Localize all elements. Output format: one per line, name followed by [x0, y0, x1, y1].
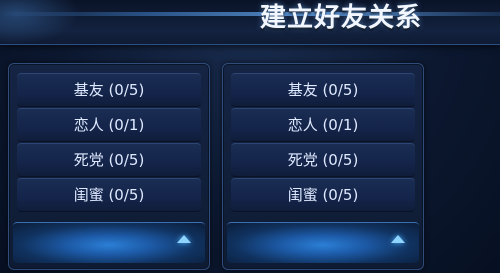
- relation-item-lover[interactable]: 恋人 (0/1): [17, 108, 201, 142]
- expand-button[interactable]: [13, 222, 205, 263]
- relation-item-girlfriend[interactable]: 闺蜜 (0/5): [231, 178, 415, 212]
- page-title: 建立好友关系: [259, 3, 422, 33]
- header-band: [0, 12, 500, 16]
- header-bar: 建立好友关系: [0, 0, 500, 45]
- relation-item-best-friend[interactable]: 死党 (0/5): [231, 143, 415, 177]
- relation-item-best-friend[interactable]: 死党 (0/5): [17, 143, 201, 177]
- relation-item-jiyou[interactable]: 基友 (0/5): [17, 73, 201, 107]
- relation-item-lover[interactable]: 恋人 (0/1): [231, 108, 415, 142]
- relation-item-girlfriend[interactable]: 闺蜜 (0/5): [17, 178, 201, 212]
- expand-button[interactable]: [227, 222, 419, 263]
- relation-item-jiyou[interactable]: 基友 (0/5): [231, 73, 415, 107]
- relationship-panel-left: 基友 (0/5) 恋人 (0/1) 死党 (0/5) 闺蜜 (0/5): [8, 63, 210, 270]
- relationship-panel-right: 基友 (0/5) 恋人 (0/1) 死党 (0/5) 闺蜜 (0/5): [222, 63, 424, 270]
- header-glow: [0, 0, 80, 44]
- chevron-up-icon: [177, 235, 191, 243]
- chevron-up-icon: [391, 235, 405, 243]
